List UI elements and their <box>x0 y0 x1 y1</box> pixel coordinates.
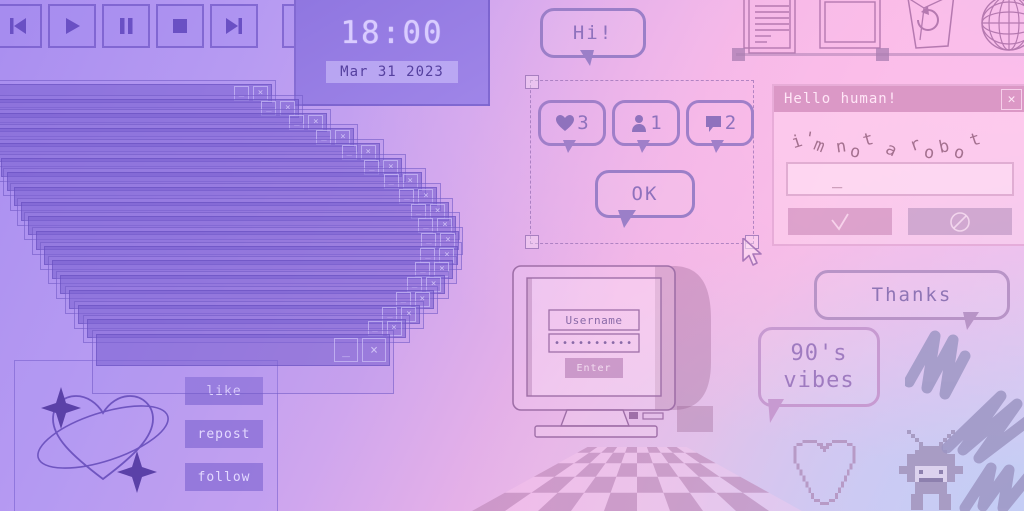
hi-bubble-tail <box>580 50 594 66</box>
hi-bubble-label: Hi! <box>572 22 614 44</box>
captcha-char: t <box>860 129 876 151</box>
globe-icon[interactable] <box>978 0 1024 58</box>
captcha-text: i ' m n o t a r o b o t <box>774 118 1024 164</box>
follow-button-label: follow <box>197 469 251 485</box>
thanks-bubble-label: Thanks <box>871 284 953 306</box>
stat-bubble-group: 3 1 2 <box>538 100 754 153</box>
slider-knob[interactable] <box>732 48 745 61</box>
pixel-heart-icon <box>790 434 868 511</box>
stat-bubble-tail <box>637 140 650 153</box>
checkerboard-floor <box>472 447 802 511</box>
ban-icon <box>950 211 970 232</box>
followers-stat-bubble: 1 <box>612 100 680 153</box>
arrow-cursor <box>742 237 764 272</box>
cascade-window[interactable]: _ × <box>92 330 394 394</box>
captcha-dialog-title: Hello human! <box>784 91 898 107</box>
slider-knob[interactable] <box>876 48 889 61</box>
close-icon[interactable]: × <box>362 338 386 362</box>
vibes-bubble-tail <box>768 399 784 423</box>
repost-button-label: repost <box>197 426 251 442</box>
ok-bubble-label: OK <box>631 183 659 205</box>
comments-count: 2 <box>724 112 737 134</box>
crt-password-field[interactable]: •••••••••• <box>554 338 634 349</box>
stat-bubble-tail <box>563 140 576 153</box>
repost-button[interactable]: repost <box>185 420 263 448</box>
vibes-line-1: 90's <box>790 341 848 366</box>
vibes-speech-bubble: 90's vibes <box>758 327 880 407</box>
cascade-window-titlebar[interactable]: _ × <box>96 334 390 366</box>
ok-bubble-tail <box>618 210 636 228</box>
clock-time: 18:00 <box>340 15 444 51</box>
vibes-line-2: vibes <box>783 368 855 393</box>
ok-speech-bubble[interactable]: OK <box>595 170 695 218</box>
crt-enter-button[interactable]: Enter <box>565 363 623 374</box>
check-icon <box>831 213 849 231</box>
previous-icon-button[interactable] <box>0 4 42 48</box>
thanks-bubble-tail <box>963 312 979 330</box>
captcha-char: t <box>967 128 984 152</box>
captcha-char: n <box>834 136 848 158</box>
media-player-toolbar <box>0 4 330 48</box>
horizontal-slider[interactable] <box>732 48 1024 61</box>
play-icon-button[interactable] <box>48 4 96 48</box>
likes-count: 3 <box>577 112 589 134</box>
scribble-doodle-icon <box>903 330 1024 511</box>
selection-handle-bottom-left[interactable] <box>525 235 539 249</box>
selection-handle-top-left[interactable] <box>525 75 539 89</box>
crt-monitor: Username •••••••••• Enter <box>505 258 720 448</box>
follow-button[interactable]: follow <box>185 463 263 491</box>
followers-count: 1 <box>650 112 662 134</box>
stop-icon-button[interactable] <box>156 4 204 48</box>
captcha-char: o <box>848 141 863 163</box>
person-icon <box>632 114 647 132</box>
minimize-icon[interactable]: _ <box>334 338 358 362</box>
heart-icon <box>556 115 575 131</box>
floor-tile <box>625 447 637 453</box>
close-icon[interactable]: ✕ <box>1001 88 1022 110</box>
accept-button[interactable] <box>788 208 892 235</box>
likes-stat-bubble: 3 <box>538 100 606 153</box>
captcha-dialog: Hello human! ✕ i ' m n o t a r o b o t _ <box>772 84 1024 246</box>
window-icon[interactable] <box>818 0 884 58</box>
captcha-input[interactable]: _ <box>786 162 1014 196</box>
stat-bubble-tail <box>711 140 724 153</box>
captcha-char: o <box>951 142 967 164</box>
recycle-bin-icon[interactable] <box>900 0 962 58</box>
captcha-char: b <box>937 136 952 158</box>
comments-stat-bubble: 2 <box>686 100 754 153</box>
crt-username-field[interactable]: Username <box>554 314 634 327</box>
reject-button[interactable] <box>908 208 1012 235</box>
captcha-char: o <box>922 142 936 164</box>
pause-icon-button[interactable] <box>102 4 150 48</box>
social-button-group: like repost follow <box>185 377 263 491</box>
next-icon-button[interactable] <box>210 4 258 48</box>
captcha-dialog-titlebar: Hello human! ✕ <box>774 86 1024 112</box>
captcha-char: a <box>882 138 900 162</box>
document-icon[interactable] <box>740 0 802 58</box>
captcha-char: r <box>906 133 924 157</box>
thanks-speech-bubble: Thanks <box>814 270 1010 320</box>
vaporwave-collage-canvas: 18:00 Mar 31 2023 _ × _ × _ × _ × _ × _ × _ × _ × _ × _ × _ ×… <box>0 0 1024 511</box>
comment-icon <box>705 115 721 132</box>
captcha-dialog-actions <box>788 208 1012 235</box>
